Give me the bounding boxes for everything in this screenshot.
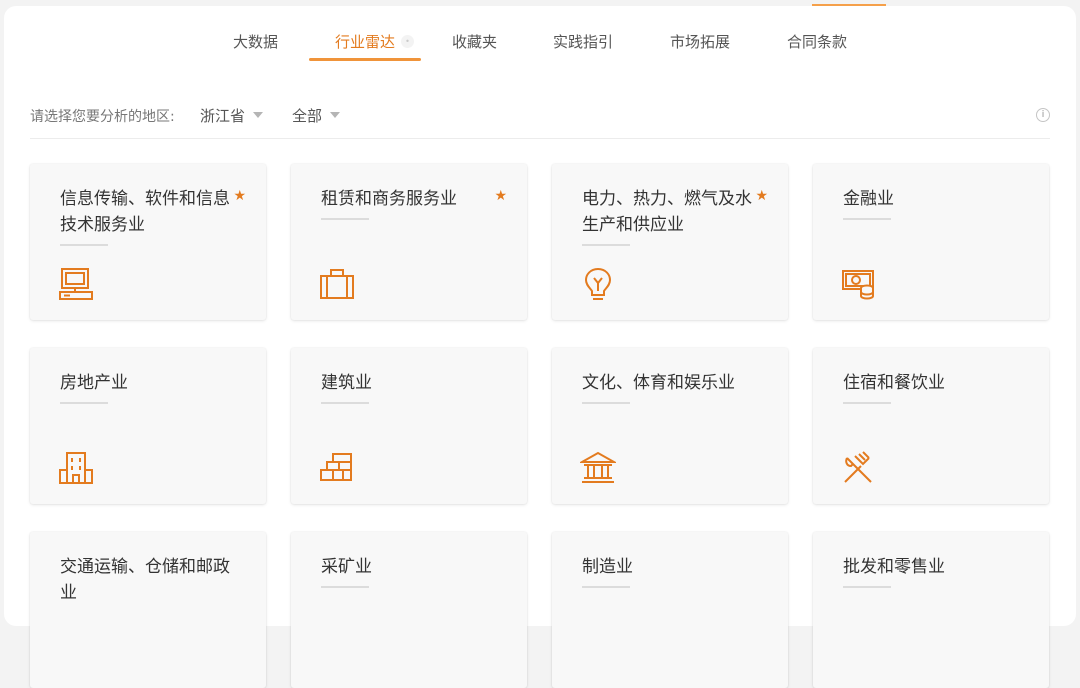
- industry-card-title: 制造业: [582, 557, 633, 577]
- industry-card-title: 电力、热力、燃气及水生产和供应业: [582, 189, 752, 235]
- industry-card[interactable]: 建筑业: [291, 348, 527, 504]
- tab-favorites[interactable]: 收藏夹: [452, 22, 497, 62]
- truck-icon: [58, 634, 98, 674]
- card-underline: [582, 402, 630, 404]
- industry-card[interactable]: 交通运输、仓储和邮政业: [30, 532, 266, 688]
- industry-card[interactable]: 文化、体育和娱乐业: [552, 348, 788, 504]
- industry-card-title: 住宿和餐饮业: [843, 373, 945, 393]
- card-underline: [321, 218, 369, 220]
- tab-dot-icon: •: [401, 35, 415, 48]
- star-icon[interactable]: ★: [494, 188, 507, 204]
- card-underline: [843, 586, 891, 588]
- tab-market-expansion[interactable]: 市场拓展: [670, 22, 730, 62]
- star-icon[interactable]: ★: [233, 188, 246, 204]
- industry-card-title: 信息传输、软件和信息技术服务业: [60, 189, 230, 235]
- star-icon[interactable]: ★: [755, 188, 768, 204]
- city-select[interactable]: 全部: [292, 100, 341, 132]
- computer-icon: [58, 266, 98, 306]
- card-underline: [321, 402, 369, 404]
- card-underline: [843, 402, 891, 404]
- industry-card-title: 房地产业: [60, 373, 128, 393]
- money-coins-icon: [841, 266, 881, 306]
- tab-practice-guide[interactable]: 实践指引: [553, 22, 613, 62]
- building-icon: [58, 450, 98, 490]
- card-underline: [321, 586, 369, 588]
- region-filter: 请选择您要分析的地区: 浙江省 全部 i: [30, 100, 1050, 132]
- industry-card-title: 租赁和商务服务业: [321, 189, 457, 209]
- tab-contract-terms[interactable]: 合同条款: [787, 22, 847, 62]
- province-select[interactable]: 浙江省: [200, 100, 264, 132]
- card-underline: [60, 244, 108, 246]
- top-accent-bar: [812, 4, 886, 6]
- card-underline: [60, 402, 108, 404]
- lightbulb-icon: [580, 266, 620, 306]
- industry-card[interactable]: 批发和零售业: [813, 532, 1049, 688]
- briefcase-icon: [319, 266, 359, 306]
- industry-card-title: 交通运输、仓储和邮政业: [60, 557, 230, 603]
- museum-icon: [578, 450, 620, 490]
- info-icon[interactable]: i: [1036, 108, 1050, 122]
- industry-card-title: 采矿业: [321, 557, 372, 577]
- industry-card[interactable]: 金融业: [813, 164, 1049, 320]
- card-underline: [843, 218, 891, 220]
- active-tab-indicator: [309, 58, 421, 61]
- caret-down-icon: [253, 112, 264, 118]
- industry-card[interactable]: 制造业: [552, 532, 788, 688]
- card-underline: [582, 244, 630, 246]
- filter-divider: [30, 138, 1050, 139]
- industry-card[interactable]: 住宿和餐饮业: [813, 348, 1049, 504]
- industry-card[interactable]: 租赁和商务服务业 ★: [291, 164, 527, 320]
- region-filter-label: 请选择您要分析的地区:: [30, 109, 175, 125]
- fork-knife-icon: [841, 450, 881, 490]
- industry-card[interactable]: 电力、热力、燃气及水生产和供应业 ★: [552, 164, 788, 320]
- card-underline: [582, 586, 630, 588]
- tab-bar: 大数据 行业雷达 • 收藏夹 实践指引 市场拓展 合同条款: [196, 22, 896, 62]
- industry-card[interactable]: 采矿业: [291, 532, 527, 688]
- industry-card-title: 建筑业: [321, 373, 372, 393]
- caret-down-icon: [330, 112, 341, 118]
- tab-industry-radar[interactable]: 行业雷达 •: [335, 22, 415, 62]
- industry-card-title: 批发和零售业: [843, 557, 945, 577]
- tab-big-data[interactable]: 大数据: [233, 22, 278, 62]
- industry-card-title: 金融业: [843, 189, 894, 209]
- industry-card[interactable]: 信息传输、软件和信息技术服务业 ★: [30, 164, 266, 320]
- industry-card[interactable]: 房地产业: [30, 348, 266, 504]
- industry-card-title: 文化、体育和娱乐业: [582, 373, 735, 393]
- bricks-icon: [319, 450, 359, 490]
